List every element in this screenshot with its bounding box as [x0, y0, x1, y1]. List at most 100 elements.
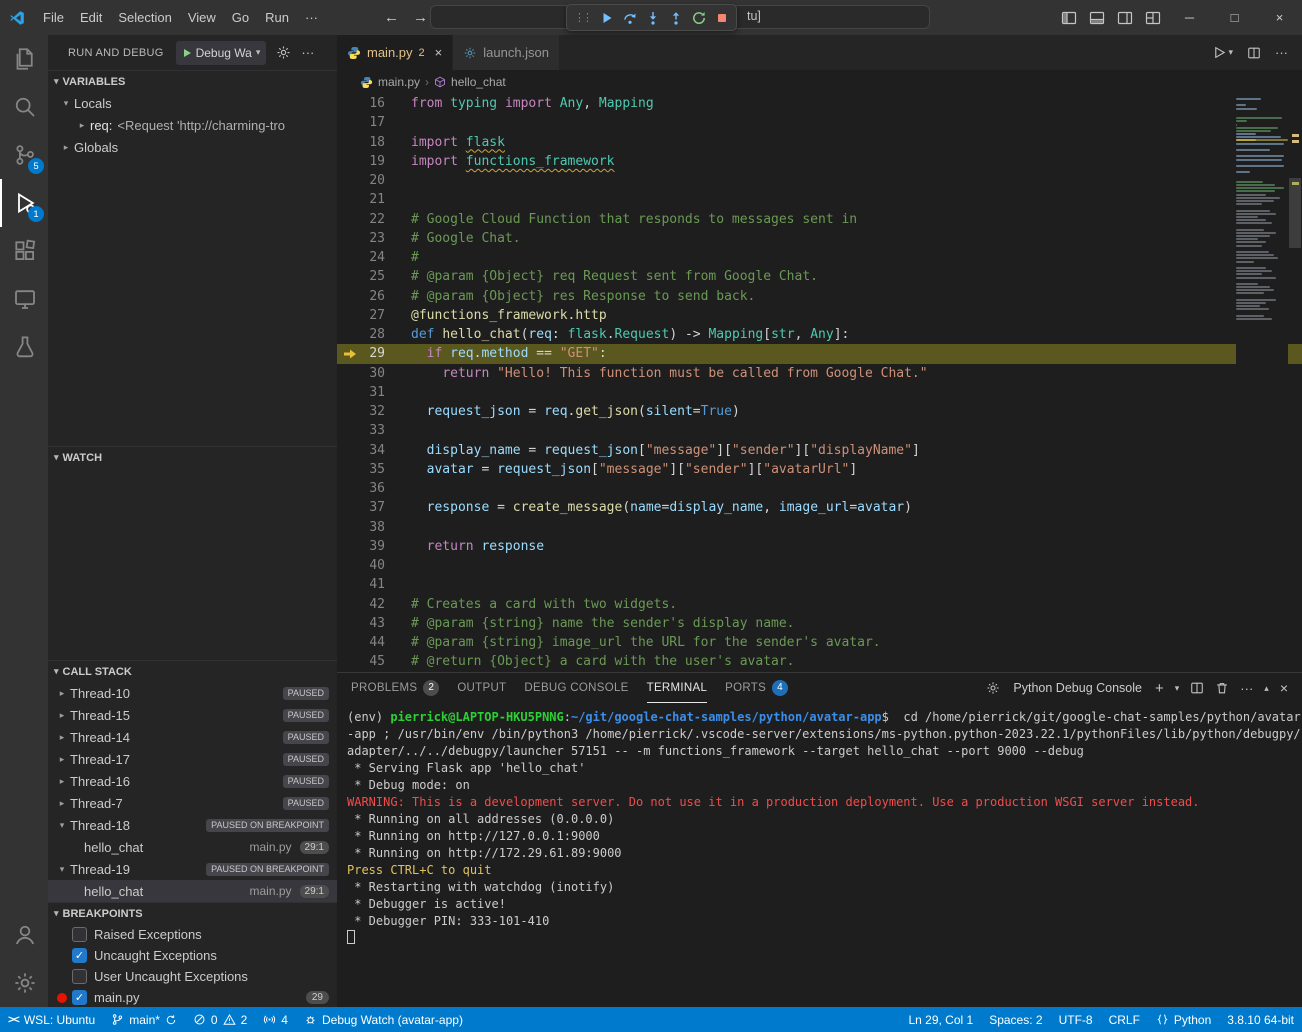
section-breakpoints[interactable]: ▾ BREAKPOINTS: [48, 902, 337, 924]
debug-step-out-button[interactable]: [669, 11, 683, 25]
line-number[interactable]: 35: [363, 460, 385, 479]
breakpoint-checkbox[interactable]: [72, 948, 87, 963]
code-line-30[interactable]: 30 return "Hello! This function must be …: [337, 364, 1302, 383]
code-line-43[interactable]: 43# @param {string} name the sender's di…: [337, 614, 1302, 633]
glyph-margin[interactable]: [337, 518, 363, 537]
eol-item[interactable]: CRLF: [1101, 1007, 1148, 1032]
menu-selection[interactable]: Selection: [110, 10, 179, 25]
call-stack-thread-row[interactable]: ▾Thread-19PAUSED ON BREAKPOINT: [48, 858, 337, 880]
code-line-24[interactable]: 24#: [337, 248, 1302, 267]
call-stack-thread-row[interactable]: ▾Thread-18PAUSED ON BREAKPOINT: [48, 814, 337, 836]
call-stack-frame-row[interactable]: hello_chatmain.py29:1: [48, 836, 337, 858]
tab-launch-json[interactable]: launch.json: [453, 35, 560, 70]
code-line-20[interactable]: 20: [337, 171, 1302, 190]
variable-row[interactable]: ▾Locals: [48, 92, 337, 114]
code-line-34[interactable]: 34 display_name = request_json["message"…: [337, 441, 1302, 460]
line-number[interactable]: 27: [363, 306, 385, 325]
menu-go[interactable]: Go: [224, 10, 257, 25]
menu-file[interactable]: File: [35, 10, 72, 25]
glyph-margin[interactable]: [337, 94, 363, 113]
git-branch-item[interactable]: main*: [103, 1007, 185, 1032]
debug-step-over-button[interactable]: [623, 11, 637, 25]
code-line-35[interactable]: 35 avatar = request_json["message"]["sen…: [337, 460, 1302, 479]
code-line-17[interactable]: 17: [337, 113, 1302, 132]
encoding-item[interactable]: UTF-8: [1051, 1007, 1101, 1032]
menu-edit[interactable]: Edit: [72, 10, 110, 25]
call-stack-thread-row[interactable]: ▸Thread-17PAUSED: [48, 748, 337, 770]
glyph-margin[interactable]: [337, 190, 363, 209]
variable-row[interactable]: ▸Globals: [48, 136, 337, 158]
breakpoint-checkbox[interactable]: [72, 969, 87, 984]
line-number[interactable]: 40: [363, 556, 385, 575]
glyph-margin[interactable]: [337, 152, 363, 171]
line-number[interactable]: 41: [363, 575, 385, 594]
code-line-31[interactable]: 31: [337, 383, 1302, 402]
sidebar-more-actions-icon[interactable]: ···: [301, 45, 314, 60]
activity-remote-explorer-icon[interactable]: [0, 275, 48, 323]
activity-accounts-icon[interactable]: [0, 911, 48, 959]
breakpoint-row[interactable]: Uncaught Exceptions: [48, 945, 337, 966]
glyph-margin[interactable]: [337, 287, 363, 306]
debug-restart-button[interactable]: [692, 11, 706, 25]
cursor-position-item[interactable]: Ln 29, Col 1: [900, 1007, 981, 1032]
line-number[interactable]: 42: [363, 595, 385, 614]
breakpoint-checkbox[interactable]: [72, 927, 87, 942]
glyph-margin[interactable]: [337, 402, 363, 421]
glyph-margin[interactable]: [337, 113, 363, 132]
line-number[interactable]: 21: [363, 190, 385, 209]
tab-main-py[interactable]: main.py 2 ×: [337, 35, 453, 70]
debug-current-line-arrow-icon[interactable]: [337, 344, 363, 363]
glyph-margin[interactable]: [337, 133, 363, 152]
call-stack-thread-row[interactable]: ▸Thread-16PAUSED: [48, 770, 337, 792]
activity-search-icon[interactable]: [0, 83, 48, 131]
line-number[interactable]: 36: [363, 479, 385, 498]
section-watch[interactable]: ▾ WATCH: [48, 446, 337, 468]
line-number[interactable]: 28: [363, 325, 385, 344]
debug-config-dropdown[interactable]: Debug Wa ▾: [176, 41, 267, 65]
line-number[interactable]: 17: [363, 113, 385, 132]
panel-tab-problems[interactable]: PROBLEMS 2: [351, 673, 439, 703]
glyph-margin[interactable]: [337, 479, 363, 498]
glyph-margin[interactable]: [337, 383, 363, 402]
code-line-36[interactable]: 36: [337, 479, 1302, 498]
glyph-margin[interactable]: [337, 498, 363, 517]
python-interpreter-item[interactable]: 3.8.10 64-bit: [1219, 1007, 1302, 1032]
breadcrumb-file[interactable]: main.py: [378, 75, 420, 89]
breakpoint-row[interactable]: User Uncaught Exceptions: [48, 966, 337, 987]
editor-more-actions-icon[interactable]: ···: [1275, 45, 1288, 60]
nav-forward-icon[interactable]: →: [413, 9, 428, 26]
glyph-margin[interactable]: [337, 229, 363, 248]
glyph-margin[interactable]: [337, 575, 363, 594]
glyph-margin[interactable]: [337, 364, 363, 383]
code-line-45[interactable]: 45# @return {Object} a card with the use…: [337, 652, 1302, 671]
code-line-33[interactable]: 33: [337, 421, 1302, 440]
panel-more-actions-icon[interactable]: ···: [1240, 681, 1253, 696]
code-line-42[interactable]: 42# Creates a card with two widgets.: [337, 595, 1302, 614]
line-number[interactable]: 37: [363, 498, 385, 517]
terminal-output[interactable]: (env) pierrick@LAPTOP-HKU5PNNG:~/git/goo…: [337, 703, 1302, 1007]
debug-stop-button[interactable]: [715, 11, 729, 25]
menu-run[interactable]: Run: [257, 10, 297, 25]
line-number[interactable]: 34: [363, 441, 385, 460]
code-line-39[interactable]: 39 return response: [337, 537, 1302, 556]
code-line-23[interactable]: 23# Google Chat.: [337, 229, 1302, 248]
code-line-18[interactable]: 18import flask: [337, 133, 1302, 152]
debug-settings-gear-icon[interactable]: [276, 45, 291, 60]
code-line-16[interactable]: 16from typing import Any, Mapping: [337, 94, 1302, 113]
breakpoint-checkbox[interactable]: [72, 990, 87, 1005]
terminal-profile-label[interactable]: Python Debug Console: [1013, 681, 1142, 695]
glyph-margin[interactable]: [337, 171, 363, 190]
nav-back-icon[interactable]: ←: [384, 9, 399, 26]
code-line-44[interactable]: 44# @param {string} image_url the URL fo…: [337, 633, 1302, 652]
line-number[interactable]: 19: [363, 152, 385, 171]
drag-handle-icon[interactable]: ⋮⋮: [574, 11, 590, 24]
call-stack-thread-row[interactable]: ▸Thread-15PAUSED: [48, 704, 337, 726]
scrollbar-slider[interactable]: [1289, 178, 1301, 248]
section-call-stack[interactable]: ▾ CALL STACK: [48, 660, 337, 682]
problems-item[interactable]: 0 2: [185, 1007, 255, 1032]
code-line-28[interactable]: 28def hello_chat(req: flask.Request) -> …: [337, 325, 1302, 344]
code-line-37[interactable]: 37 response = create_message(name=displa…: [337, 498, 1302, 517]
code-line-26[interactable]: 26# @param {Object} res Response to send…: [337, 287, 1302, 306]
activity-testing-icon[interactable]: [0, 323, 48, 371]
window-close-button[interactable]: ×: [1257, 0, 1302, 35]
